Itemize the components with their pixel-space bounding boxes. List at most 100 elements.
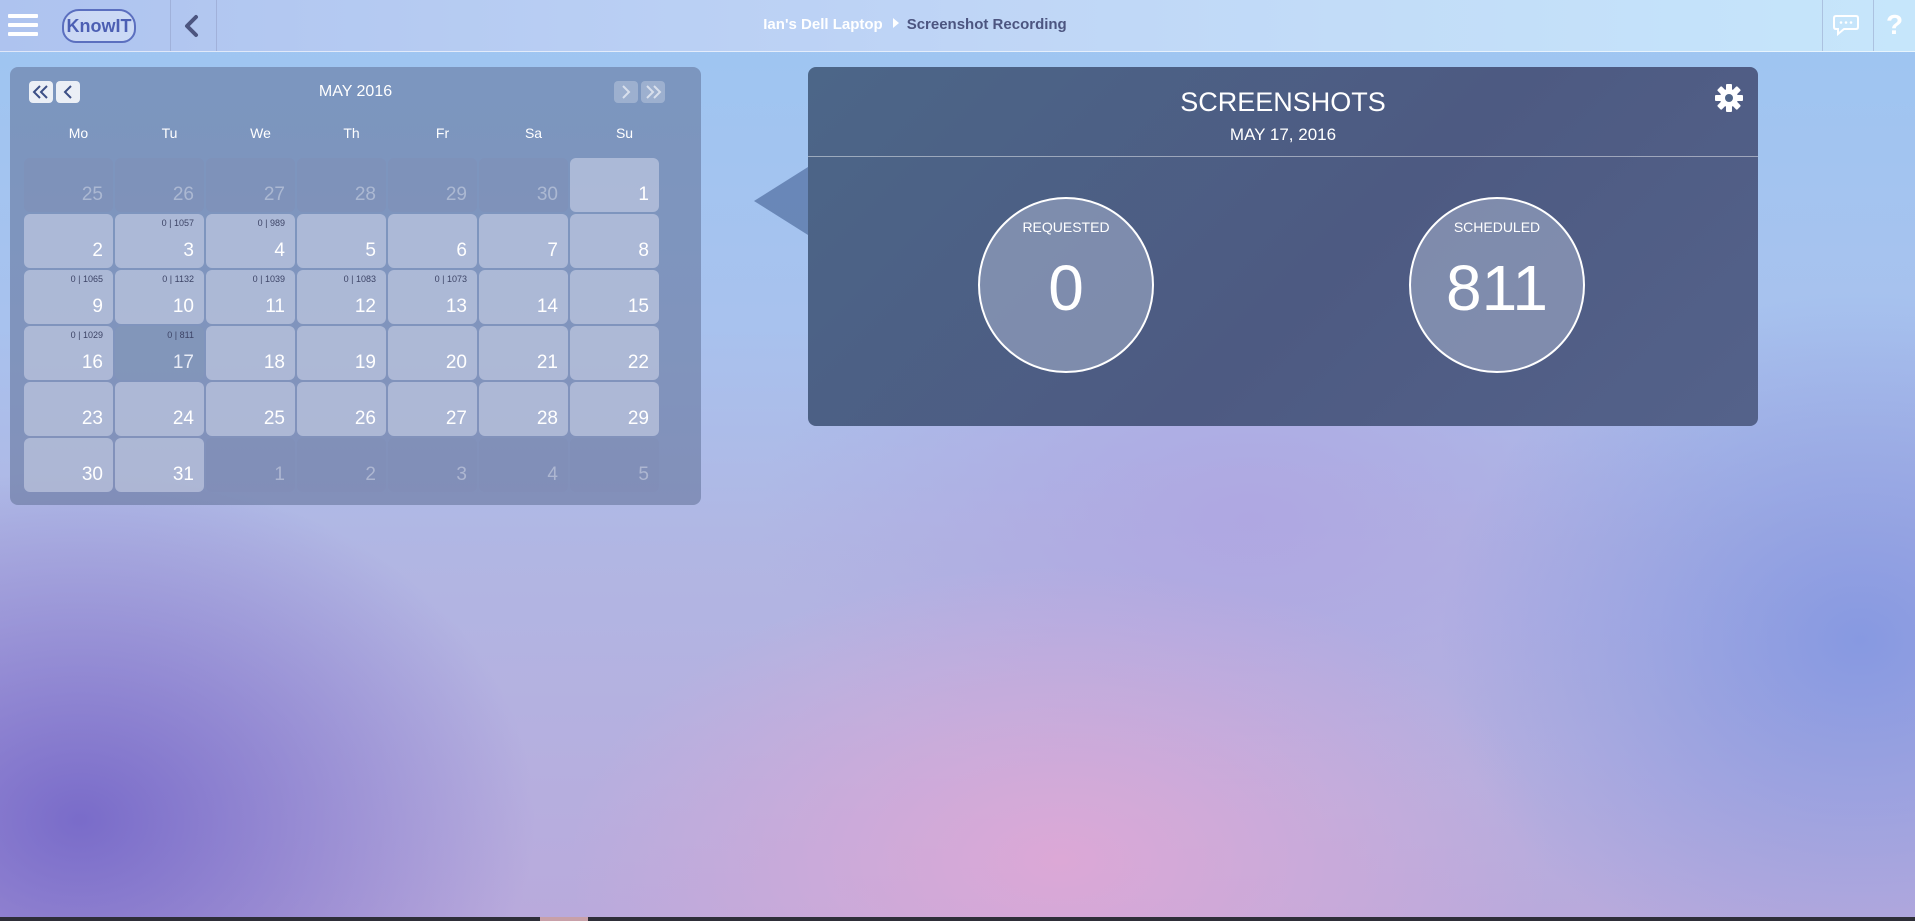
calendar-day[interactable]: 25	[24, 158, 113, 212]
calendar-day[interactable]: 8	[570, 214, 659, 268]
calendar-day[interactable]: 24	[115, 382, 204, 436]
calendar-day[interactable]: 30	[479, 158, 568, 212]
day-number: 26	[354, 408, 376, 429]
calendar-day[interactable]: 2	[24, 214, 113, 268]
day-number: 5	[638, 464, 649, 485]
calendar-day[interactable]: 0 | 1029 16	[24, 326, 113, 380]
day-number: 21	[536, 352, 558, 373]
help-icon[interactable]: ?	[1886, 10, 1906, 40]
calendar-day[interactable]: 14	[479, 270, 568, 324]
breadcrumb-device[interactable]: Ian's Dell Laptop	[763, 16, 882, 33]
day-number: 12	[354, 296, 376, 317]
calendar-day[interactable]: 18	[206, 326, 295, 380]
day-number: 17	[172, 352, 194, 373]
day-number: 4	[547, 464, 558, 485]
top-bar: KnowIT Ian's Dell Laptop Screenshot Recor…	[0, 0, 1915, 52]
scheduled-value: 811	[1445, 252, 1549, 324]
scheduled-stat: SCHEDULED 811	[1409, 197, 1585, 373]
breadcrumb: Ian's Dell Laptop Screenshot Recording	[0, 16, 1830, 33]
next-month-button[interactable]	[614, 81, 638, 103]
calendar-day[interactable]: 15	[570, 270, 659, 324]
weekday-label: Su	[615, 125, 634, 141]
day-count: 0 | 1083	[343, 274, 376, 284]
weekday-label: Th	[343, 125, 360, 141]
calendar-day[interactable]: 26	[115, 158, 204, 212]
panel-date: MAY 17, 2016	[1229, 125, 1337, 144]
day-count: 0 | 1065	[70, 274, 103, 284]
calendar-day[interactable]: 21	[479, 326, 568, 380]
day-number: 9	[92, 296, 103, 317]
calendar-day[interactable]: 0 | 1073 13	[388, 270, 477, 324]
calendar-day[interactable]: 0 | 1132 10	[115, 270, 204, 324]
day-number: 24	[172, 408, 194, 429]
calendar-day[interactable]: 25	[206, 382, 295, 436]
day-number: 6	[456, 240, 467, 261]
day-number: 2	[365, 464, 376, 485]
calendar-day[interactable]: 1	[206, 438, 295, 492]
chat-icon[interactable]	[1833, 14, 1859, 37]
day-number: 3	[456, 464, 467, 485]
calendar-day[interactable]: 30	[24, 438, 113, 492]
weekday-label: Sa	[524, 125, 543, 141]
calendar-day[interactable]: 31	[115, 438, 204, 492]
day-number: 14	[536, 296, 558, 317]
calendar-day[interactable]: 1	[570, 158, 659, 212]
weekday-label: We	[250, 125, 271, 141]
calendar-day[interactable]: 27	[388, 382, 477, 436]
day-number: 27	[263, 184, 285, 205]
day-number: 10	[172, 296, 194, 317]
day-number: 19	[354, 352, 376, 373]
day-number: 11	[265, 296, 285, 317]
calendar-day[interactable]: 5	[570, 438, 659, 492]
settings-gear-icon[interactable]	[1714, 83, 1744, 113]
calendar-day-selected[interactable]: 0 | 811 17	[115, 326, 204, 380]
calendar-day[interactable]: 0 | 1065 9	[24, 270, 113, 324]
calendar-day[interactable]: 7	[479, 214, 568, 268]
calendar-day[interactable]: 22	[570, 326, 659, 380]
screenshots-panel: SCREENSHOTS MAY 17, 2016 REQUESTED 0 SCH…	[808, 67, 1758, 426]
calendar-day[interactable]: 0 | 1057 3	[115, 214, 204, 268]
scheduled-label: SCHEDULED	[1453, 219, 1541, 235]
day-number: 30	[536, 184, 558, 205]
requested-label: REQUESTED	[1022, 219, 1110, 235]
calendar-day[interactable]: 20	[388, 326, 477, 380]
calendar-day[interactable]: 3	[388, 438, 477, 492]
calendar-day[interactable]: 19	[297, 326, 386, 380]
calendar-day[interactable]: 27	[206, 158, 295, 212]
chevron-right-icon	[622, 85, 631, 99]
calendar-day[interactable]: 29	[570, 382, 659, 436]
day-number: 25	[81, 184, 103, 205]
day-count: 0 | 811	[167, 330, 194, 340]
panel-title: SCREENSHOTS	[1180, 87, 1386, 117]
day-number: 13	[445, 296, 467, 317]
next-year-button[interactable]	[641, 81, 665, 103]
calendar-day[interactable]: 23	[24, 382, 113, 436]
calendar-day[interactable]: 28	[479, 382, 568, 436]
requested-value: 0	[1048, 252, 1084, 324]
day-number: 30	[81, 464, 103, 485]
day-number: 16	[81, 352, 103, 373]
day-number: 28	[354, 184, 376, 205]
day-number: 31	[172, 464, 194, 485]
day-number: 2	[92, 240, 103, 261]
day-count: 0 | 989	[257, 218, 285, 228]
calendar-day[interactable]: 26	[297, 382, 386, 436]
taskbar-highlight	[540, 917, 588, 921]
calendar-day[interactable]: 28	[297, 158, 386, 212]
calendar-day[interactable]: 5	[297, 214, 386, 268]
breadcrumb-current: Screenshot Recording	[906, 16, 1067, 33]
day-count: 0 | 1132	[162, 274, 194, 284]
calendar-day[interactable]: 2	[297, 438, 386, 492]
weekday-label: Tu	[161, 125, 178, 141]
divider	[1822, 0, 1823, 51]
day-number: 4	[274, 240, 285, 261]
calendar-day[interactable]: 0 | 989 4	[206, 214, 295, 268]
calendar-day[interactable]: 0 | 1083 12	[297, 270, 386, 324]
calendar-day[interactable]: 4	[479, 438, 568, 492]
calendar-day[interactable]: 6	[388, 214, 477, 268]
day-number: 29	[627, 408, 649, 429]
calendar-day[interactable]: 0 | 1039 11	[206, 270, 295, 324]
calendar-day[interactable]: 29	[388, 158, 477, 212]
day-number: 7	[547, 240, 558, 261]
day-count: 0 | 1029	[70, 330, 103, 340]
